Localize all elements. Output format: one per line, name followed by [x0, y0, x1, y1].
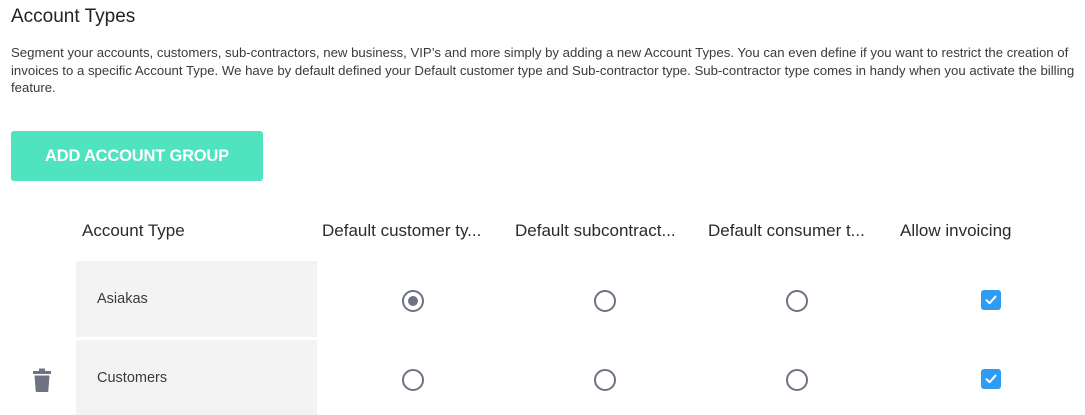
column-header-default-subcontractor: Default subcontract... [515, 221, 676, 240]
page-description: Segment your accounts, customers, sub-co… [11, 45, 1075, 95]
default-customer-radio[interactable] [402, 369, 424, 391]
table-row: Customers [0, 340, 1085, 415]
allow-invoicing-checkbox[interactable] [981, 369, 1001, 389]
default-customer-radio[interactable] [402, 290, 424, 312]
account-type-cell: Asiakas [76, 261, 317, 337]
column-header-allow-invoicing: Allow invoicing [900, 221, 1012, 240]
add-account-group-button[interactable]: ADD ACCOUNT GROUP [11, 131, 263, 181]
default-consumer-radio[interactable] [786, 290, 808, 312]
column-header-account-type: Account Type [82, 221, 185, 240]
default-subcontractor-radio[interactable] [594, 290, 616, 312]
page-title: Account Types [11, 6, 136, 27]
trash-icon[interactable] [33, 368, 51, 392]
default-consumer-radio[interactable] [786, 369, 808, 391]
column-header-default-consumer: Default consumer t... [708, 221, 865, 240]
checkmark-icon [985, 374, 997, 384]
checkmark-icon [985, 295, 997, 305]
default-subcontractor-radio[interactable] [594, 369, 616, 391]
account-type-name: Customers [97, 370, 168, 386]
account-types-page: Account Types Segment your accounts, cus… [0, 0, 1085, 415]
column-header-default-customer: Default customer ty... [322, 221, 482, 240]
allow-invoicing-checkbox[interactable] [981, 290, 1001, 310]
account-type-name: Asiakas [97, 291, 148, 307]
table-row: Asiakas [0, 261, 1085, 337]
account-type-cell: Customers [76, 340, 317, 415]
